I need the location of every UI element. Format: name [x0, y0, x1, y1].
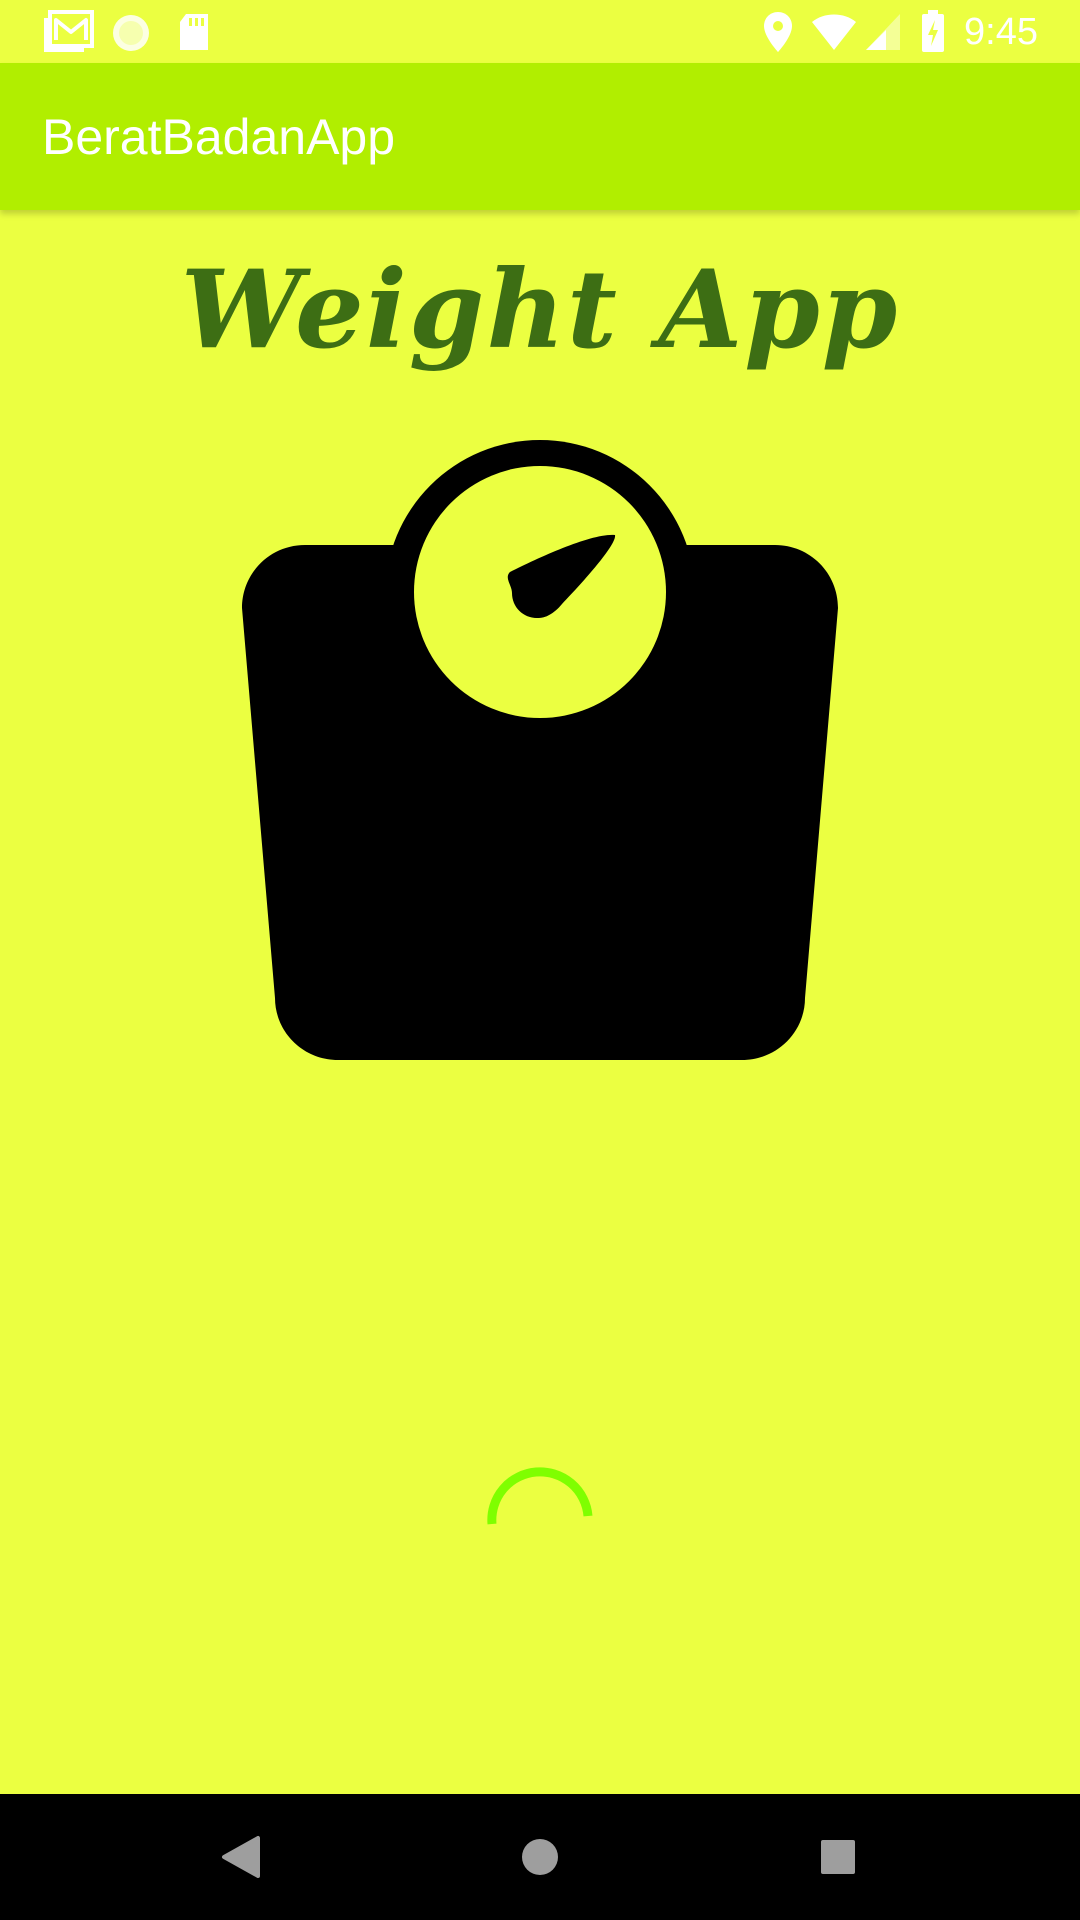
- location-icon: [764, 12, 792, 52]
- status-time: 9:45: [964, 11, 1038, 53]
- battery-charging-icon: [922, 10, 944, 52]
- wifi-icon: [812, 14, 856, 50]
- weighing-scale-icon: [242, 440, 838, 1060]
- sd-card-icon: [180, 14, 208, 50]
- loading-spinner: [487, 1467, 593, 1525]
- app-bar: BeratBadanApp: [0, 63, 1080, 210]
- status-bar: 9:45: [0, 0, 1080, 63]
- recents-icon[interactable]: [807, 1826, 869, 1888]
- back-icon[interactable]: [210, 1826, 272, 1888]
- app-title: BeratBadanApp: [42, 109, 396, 165]
- home-icon[interactable]: [509, 1826, 571, 1888]
- splash-screen: 9:45 BeratBadanApp Weight App: [0, 0, 1080, 1920]
- page-title: Weight App: [180, 247, 900, 373]
- circle-notification-icon: [113, 15, 149, 51]
- gmail-icon: [44, 10, 94, 52]
- signal-icon: [866, 14, 900, 50]
- navigation-bar: [0, 1794, 1080, 1920]
